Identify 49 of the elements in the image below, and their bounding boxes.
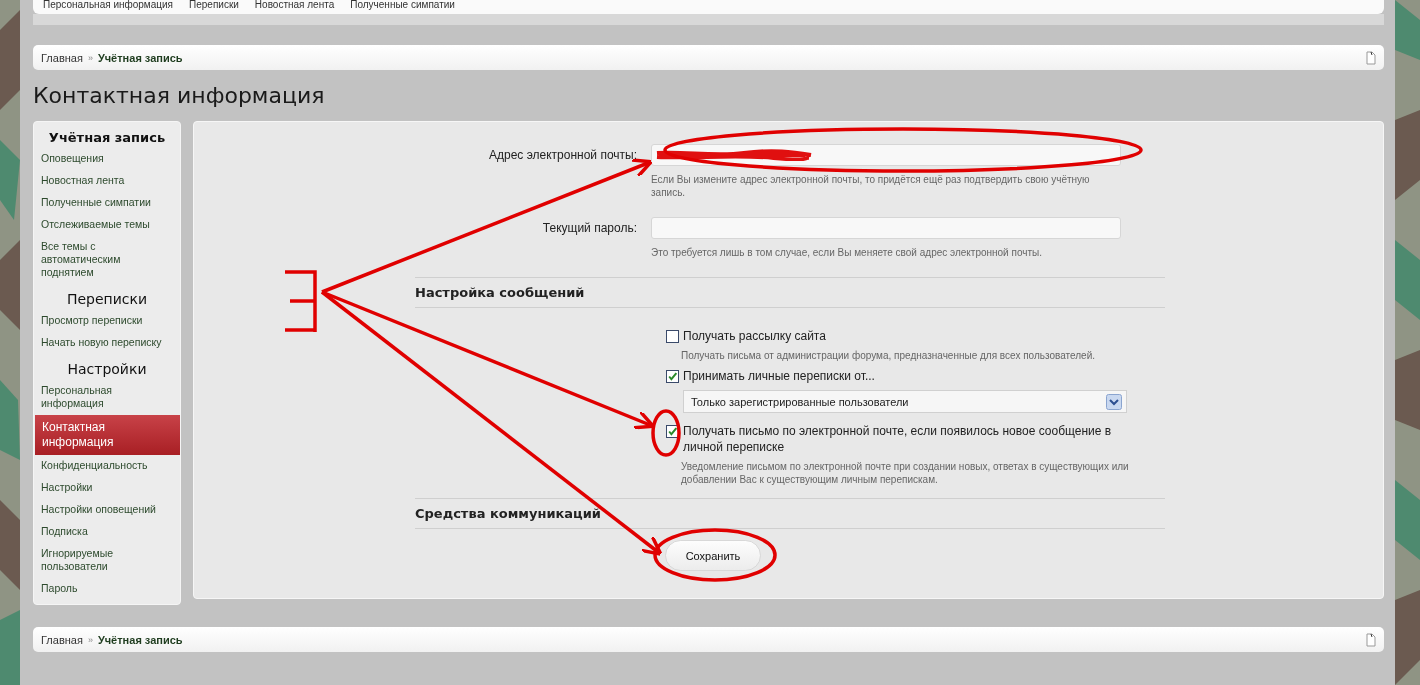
option-hint: Получать письма от администрации форума, предназначенные для всех пользователей. bbox=[680, 349, 1096, 362]
option-hint: Уведомление письмом по электронной почте при создании новых, ответах в существующих или добавлении Вас к существующим личным перепискам. bbox=[680, 460, 1130, 486]
sidebar-item[interactable]: Настройки bbox=[34, 477, 180, 499]
breadcrumb-separator: » bbox=[87, 634, 93, 645]
field-hint: Это требуется лишь в том случае, если Вы меняете свой адрес электронной почты. bbox=[651, 246, 1043, 259]
sidebar-item[interactable]: Отслеживаемые темы bbox=[34, 214, 180, 236]
field-label: Текущий пароль: bbox=[541, 220, 638, 237]
sidebar-item[interactable]: Конфиденциальность bbox=[34, 455, 180, 477]
section-heading: Настройка сообщений bbox=[415, 285, 1165, 308]
sidebar-item[interactable]: Подписка bbox=[34, 521, 180, 543]
checkbox-label[interactable]: Получать рассылку сайта bbox=[683, 328, 826, 344]
sidebar-item[interactable]: Просмотр переписки bbox=[34, 310, 180, 332]
checkbox-label[interactable]: Принимать личные переписки от... bbox=[683, 368, 875, 384]
sidebar-heading: Учётная запись bbox=[47, 129, 167, 147]
breadcrumb-link[interactable]: Главная bbox=[41, 51, 83, 64]
page-icon[interactable] bbox=[1366, 632, 1376, 647]
breadcrumb-link[interactable]: Учётная запись bbox=[97, 633, 183, 646]
sidebar-item[interactable]: Оповещения bbox=[34, 148, 180, 170]
sidebar-item[interactable]: Все темы с автоматическим поднятием bbox=[34, 236, 180, 284]
sidebar-heading: Переписки bbox=[65, 290, 149, 309]
section-heading: Средства коммуникаций bbox=[415, 506, 1165, 529]
password-field[interactable] bbox=[651, 217, 1121, 239]
chevron-down-icon bbox=[1106, 393, 1122, 410]
sidebar-heading: Настройки bbox=[66, 360, 148, 379]
nav-tab[interactable]: Персональная информация bbox=[43, 0, 173, 10]
sidebar-item[interactable]: Полученные симпатии bbox=[34, 192, 180, 214]
checkbox[interactable] bbox=[666, 330, 679, 343]
sidebar-item[interactable]: Пароль bbox=[34, 578, 180, 600]
sidebar-item[interactable]: Персональная информация bbox=[34, 380, 180, 415]
field-label: Адрес электронной почты: bbox=[487, 147, 638, 164]
sidebar-item[interactable]: Игнорируемые пользователи bbox=[34, 543, 180, 578]
breadcrumb-link[interactable]: Учётная запись bbox=[97, 51, 183, 64]
email-field[interactable] bbox=[651, 144, 1121, 166]
checkbox-label[interactable]: Получать письмо по электронной почте, если появилось новое сообщение в личной переписке bbox=[683, 423, 1135, 455]
checkbox[interactable] bbox=[666, 370, 679, 383]
sidebar-item[interactable]: Начать новую переписку bbox=[34, 332, 180, 354]
breadcrumb-link[interactable]: Главная bbox=[41, 633, 83, 646]
dropdown[interactable]: Только зарегистрированные пользователи bbox=[683, 390, 1127, 413]
nav-tab[interactable]: Новостная лента bbox=[254, 0, 335, 10]
nav-tab[interactable]: Полученные симпатии bbox=[350, 0, 455, 10]
page-title: Контактная информация bbox=[33, 83, 326, 109]
save-button[interactable]: Сохранить bbox=[665, 540, 761, 571]
nav-tab[interactable]: Переписки bbox=[189, 0, 239, 10]
sidebar-item[interactable]: Новостная лента bbox=[34, 170, 180, 192]
sidebar-item[interactable]: Контактная информация bbox=[35, 415, 180, 455]
page-icon[interactable] bbox=[1366, 50, 1376, 65]
breadcrumb-separator: » bbox=[87, 52, 93, 63]
field-hint: Если Вы измените адрес электронной почты, то придётся ещё раз подтвердить свою учётную запись. bbox=[651, 173, 1091, 199]
sidebar-item[interactable]: Настройки оповещений bbox=[34, 499, 180, 521]
